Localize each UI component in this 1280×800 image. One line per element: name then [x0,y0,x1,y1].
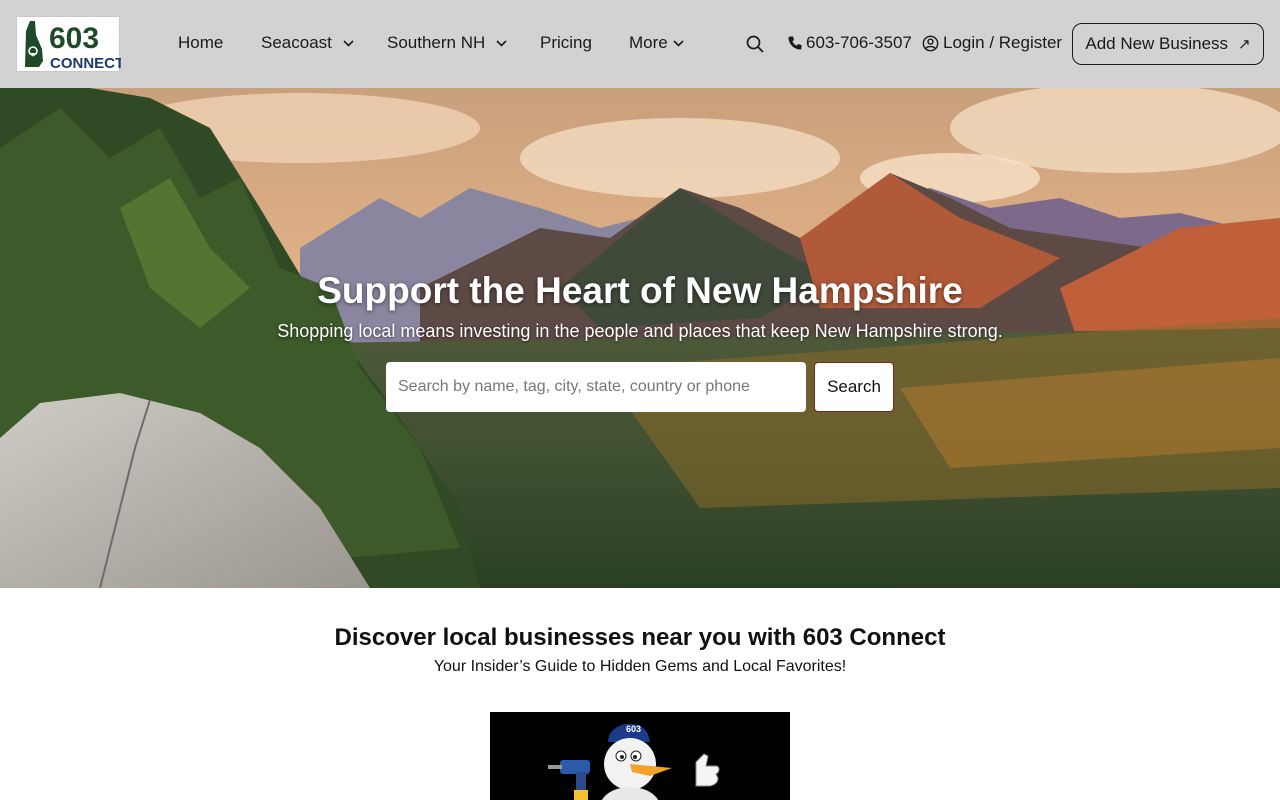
site-header: 603 CONNECT Home Seacoast Southern NH Pr… [0,0,1280,88]
nav-home[interactable]: Home [178,33,223,53]
hero-subtitle: Shopping local means investing in the pe… [277,321,1003,341]
nav-home-label: Home [178,33,224,52]
search-button[interactable]: Search [814,362,894,412]
add-new-business-button[interactable]: Add New Business ↗ [1072,23,1264,65]
discover-subheading: Your Insider’s Guide to Hidden Gems and … [433,658,847,675]
phone-number: 603-706-3507 [806,33,912,52]
nav-pricing-label: Pricing [540,33,592,52]
nav-southern-nh-label: Southern NH [387,33,486,52]
logo-word: CONNECT [50,55,121,72]
business-search-input[interactable] [386,362,806,412]
add-new-business-label: Add New Business [1085,34,1229,53]
nav-southern-nh[interactable]: Southern NH [387,33,507,53]
login-register-label: Login / Register [943,33,1063,52]
mascot-promo-image: 603 [490,712,790,800]
site-logo[interactable]: 603 CONNECT [16,16,121,72]
nav-more[interactable]: More [629,33,685,53]
chevron-down-icon [673,40,685,47]
search-icon[interactable] [745,34,765,54]
nav-seacoast-label: Seacoast [261,33,332,52]
hero-title: Support the Heart of New Hampshire [317,270,963,311]
phone-icon [788,36,802,50]
mascot-cap-text: 603 [626,724,641,734]
seagull-mascot-illustration: 603 [548,723,720,800]
nav-pricing[interactable]: Pricing [540,33,592,53]
user-circle-icon [922,35,939,51]
logo-number: 603 [49,22,99,55]
arrow-up-right-icon: ↗ [1238,36,1251,53]
hero-banner: Support the Heart of New Hampshire Shopp… [0,88,1280,588]
discover-heading: Discover local businesses near you with … [334,624,946,651]
nav-seacoast[interactable]: Seacoast [261,33,354,53]
nav-more-label: More [629,33,668,52]
login-register-link[interactable]: Login / Register [922,33,1062,53]
chevron-down-icon [496,40,507,47]
chevron-down-icon [343,40,354,47]
phone-link[interactable]: 603-706-3507 [787,33,912,53]
